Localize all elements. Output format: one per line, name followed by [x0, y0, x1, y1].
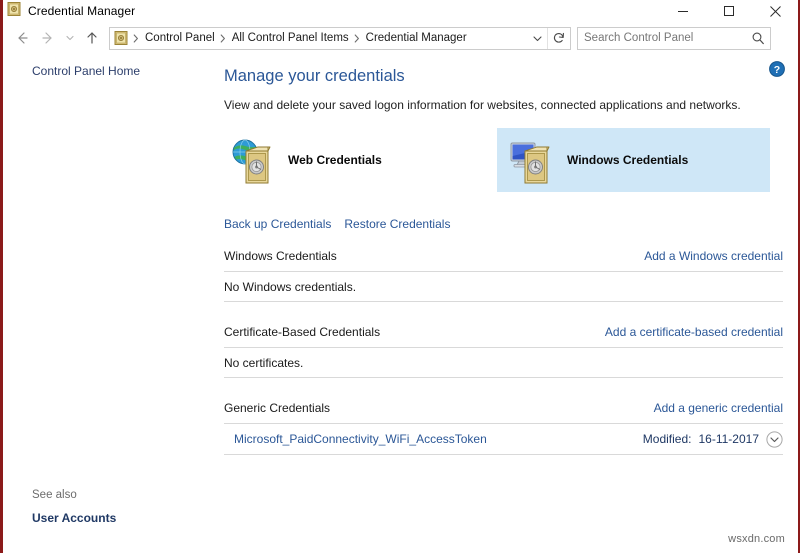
sidebar-item-user-accounts[interactable]: User Accounts	[32, 511, 116, 525]
minimize-button[interactable]	[660, 0, 706, 22]
breadcrumb-separator-icon	[130, 33, 143, 43]
title-bar: Credential Manager	[3, 0, 798, 22]
empty-state-text: No Windows credentials.	[224, 279, 357, 294]
empty-state-text: No certificates.	[224, 355, 304, 370]
tile-web-credentials-label: Web Credentials	[288, 153, 382, 167]
breadcrumb-list: Control Panel All Control Panel Items Cr…	[130, 32, 527, 44]
restore-credentials-link[interactable]: Restore Credentials	[344, 217, 450, 231]
monitor-vault-icon	[507, 134, 561, 186]
window-title: Credential Manager	[28, 4, 136, 18]
content-area: Control Panel Home See also User Account…	[3, 54, 798, 553]
section-header: Windows Credentials Add a Windows creden…	[224, 249, 783, 271]
window-controls	[660, 0, 798, 22]
credential-modified-label: Modified:	[642, 432, 692, 446]
add-generic-credential-link[interactable]: Add a generic credential	[654, 401, 783, 415]
section-body: No Windows credentials.	[224, 272, 783, 301]
recent-locations-chevron-down-icon[interactable]	[61, 25, 79, 51]
tile-windows-credentials-label: Windows Credentials	[567, 153, 689, 167]
search-input[interactable]	[578, 31, 746, 45]
add-certificate-based-credential-link[interactable]: Add a certificate-based credential	[605, 325, 783, 339]
section-title: Generic Credentials	[224, 401, 331, 415]
see-also-label: See also	[32, 489, 77, 501]
vault-icon	[7, 1, 21, 21]
credential-action-links: Back up Credentials Restore Credentials	[224, 217, 450, 231]
credential-sections: Windows Credentials Add a Windows creden…	[224, 249, 783, 455]
back-arrow-icon[interactable]	[9, 25, 35, 51]
section-generic-credentials: Generic Credentials Add a generic creden…	[224, 401, 783, 455]
page-description: View and delete your saved logon informa…	[224, 98, 741, 112]
credential-modified-value: 16-11-2017	[698, 432, 760, 446]
breadcrumb-separator-icon	[351, 33, 364, 43]
breadcrumb[interactable]: Control Panel All Control Panel Items Cr…	[109, 26, 571, 50]
page-title: Manage your credentials	[224, 67, 405, 85]
section-windows-credentials: Windows Credentials Add a Windows creden…	[224, 249, 783, 325]
section-body: No certificates.	[224, 348, 783, 377]
section-title: Certificate-Based Credentials	[224, 325, 381, 339]
refresh-icon[interactable]	[547, 27, 570, 49]
section-certificate-based-credentials: Certificate-Based Credentials Add a cert…	[224, 325, 783, 401]
help-question-icon[interactable]: ?	[769, 61, 785, 77]
up-arrow-icon[interactable]	[79, 25, 105, 51]
svg-text:?: ?	[774, 64, 780, 76]
back-up-credentials-link[interactable]: Back up Credentials	[224, 217, 331, 231]
maximize-button[interactable]	[706, 0, 752, 22]
breadcrumb-item-control-panel[interactable]: Control Panel	[143, 32, 217, 44]
main-pane: ? Manage your credentials View and delet…	[210, 54, 798, 553]
breadcrumb-item-all-control-panel-items[interactable]: All Control Panel Items	[230, 32, 351, 44]
section-title: Windows Credentials	[224, 249, 337, 263]
sidebar: Control Panel Home See also User Account…	[3, 54, 210, 553]
breadcrumb-separator-icon	[217, 33, 230, 43]
credential-manager-window: Credential Manager Control Panel All Con…	[0, 0, 800, 553]
tile-windows-credentials[interactable]: Windows Credentials	[497, 128, 770, 192]
forward-arrow-icon[interactable]	[35, 25, 61, 51]
section-divider	[224, 454, 783, 455]
section-header: Generic Credentials Add a generic creden…	[224, 401, 783, 423]
tile-web-credentials[interactable]: Web Credentials	[218, 128, 488, 192]
chevron-down-circle-icon[interactable]	[766, 430, 783, 448]
credential-name-link[interactable]: Microsoft_PaidConnectivity_WiFi_AccessTo…	[234, 432, 487, 446]
credential-meta: Modified: 16-11-2017	[642, 430, 783, 448]
chevron-down-icon[interactable]	[527, 28, 547, 49]
add-windows-credential-link[interactable]: Add a Windows credential	[644, 249, 783, 263]
vault-icon	[114, 31, 128, 45]
watermark: wsxdn.com	[728, 533, 785, 545]
breadcrumb-item-credential-manager[interactable]: Credential Manager	[364, 32, 469, 44]
list-item[interactable]: Microsoft_PaidConnectivity_WiFi_AccessTo…	[224, 424, 783, 454]
credential-category-tiles: Web Credentials Windows Credentials	[210, 128, 783, 192]
close-button[interactable]	[752, 0, 798, 22]
navigation-bar: Control Panel All Control Panel Items Cr…	[3, 22, 798, 54]
section-header: Certificate-Based Credentials Add a cert…	[224, 325, 783, 347]
search-icon[interactable]	[746, 28, 770, 49]
globe-vault-icon	[228, 134, 282, 186]
sidebar-item-control-panel-home[interactable]: Control Panel Home	[32, 64, 140, 78]
search-box[interactable]	[577, 26, 771, 50]
